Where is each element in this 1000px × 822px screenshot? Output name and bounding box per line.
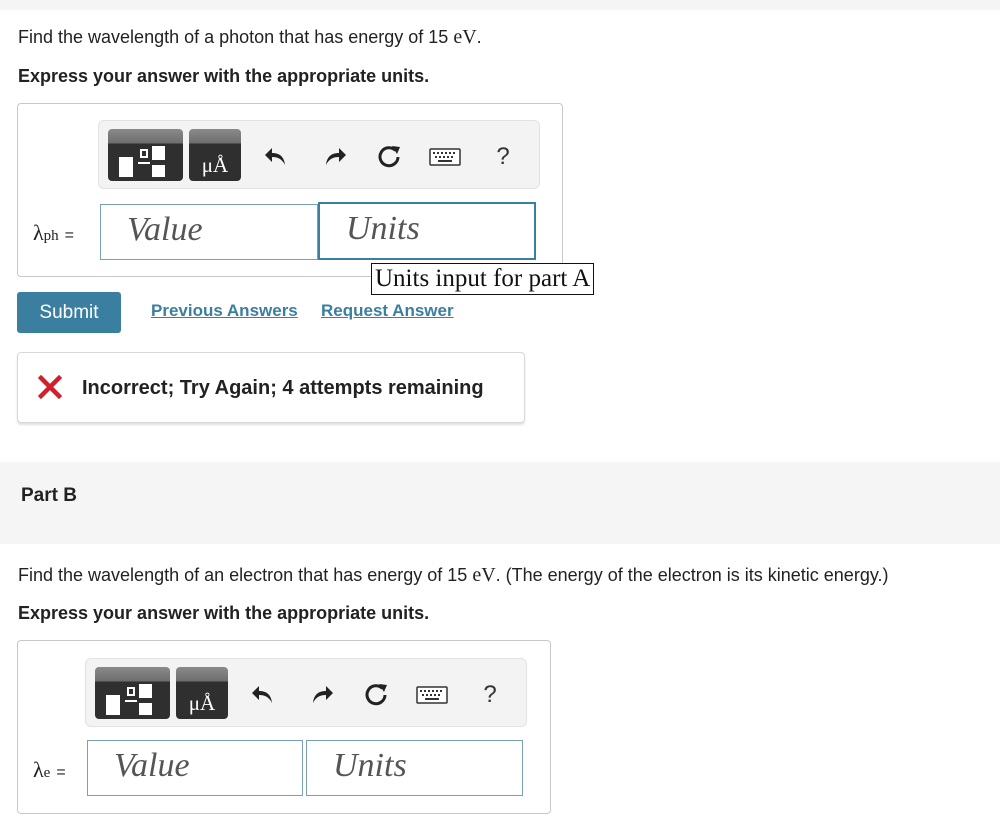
part-a-question: Find the wavelength of a photon that has… xyxy=(18,26,482,49)
equals-sign: = xyxy=(64,227,75,244)
undo-icon[interactable] xyxy=(262,143,290,171)
request-answer-link[interactable]: Request Answer xyxy=(321,301,454,321)
redo-icon[interactable] xyxy=(308,681,336,709)
units-tooltip: Units input for part A xyxy=(371,263,595,295)
part-b-units-input[interactable]: Units xyxy=(306,740,523,796)
feedback-box: Incorrect; Try Again; 4 attempts remaini… xyxy=(17,352,525,423)
undo-icon[interactable] xyxy=(249,681,277,709)
units-icon[interactable]: μÅ xyxy=(189,129,241,181)
redo-icon[interactable] xyxy=(321,143,349,171)
part-b-answer-box: μÅ ? λe = Value Units xyxy=(17,640,551,814)
templates-icon[interactable] xyxy=(108,129,183,181)
part-b-math-toolbar: μÅ ? xyxy=(85,658,527,727)
units-icon[interactable]: μÅ xyxy=(176,667,228,719)
submit-button[interactable]: Submit xyxy=(17,292,121,333)
part-a-instruction: Express your answer with the appropriate… xyxy=(18,66,430,86)
feedback-message: Incorrect; Try Again; 4 attempts remaini… xyxy=(82,377,484,399)
part-b-instruction: Express your answer with the appropriate… xyxy=(18,603,430,623)
help-icon[interactable]: ? xyxy=(476,681,504,709)
reset-icon[interactable] xyxy=(375,143,403,171)
part-a-variable-label: λph = xyxy=(33,220,74,246)
part-a-value-input[interactable]: Value xyxy=(100,204,318,260)
part-a-energy-unit: eV xyxy=(453,26,477,48)
reset-icon[interactable] xyxy=(362,681,390,709)
part-b-value-input[interactable]: Value xyxy=(87,740,303,796)
part-a-answer-box: μÅ ? λph = Value Units xyxy=(17,103,563,277)
variable-subscript: ph xyxy=(43,228,59,244)
lambda-symbol: λ xyxy=(33,220,44,245)
part-b-variable-label: λe = xyxy=(33,757,66,783)
part-b-title[interactable]: Part B xyxy=(21,485,77,507)
templates-icon[interactable] xyxy=(95,667,170,719)
part-b-energy-unit: eV xyxy=(472,564,496,586)
equals-sign: = xyxy=(56,764,66,781)
lambda-symbol: λ xyxy=(33,757,44,782)
part-b-question-suffix: . (The energy of the electron is its kin… xyxy=(495,565,889,585)
keyboard-icon[interactable] xyxy=(429,143,461,171)
help-icon[interactable]: ? xyxy=(489,143,517,171)
part-b-question: Find the wavelength of an electron that … xyxy=(18,564,889,587)
keyboard-icon[interactable] xyxy=(416,681,448,709)
variable-subscript: e xyxy=(43,765,51,781)
top-strip xyxy=(0,0,1000,10)
part-a-units-input[interactable]: Units xyxy=(318,202,536,260)
part-a-question-text: Find the wavelength of a photon that has… xyxy=(18,27,454,47)
part-a-question-suffix: . xyxy=(476,27,482,47)
part-b-header[interactable] xyxy=(0,462,1000,544)
previous-answers-link[interactable]: Previous Answers xyxy=(151,301,298,321)
part-b-question-text: Find the wavelength of an electron that … xyxy=(18,565,473,585)
incorrect-x-icon xyxy=(37,374,63,404)
part-a-math-toolbar: μÅ ? xyxy=(98,120,540,189)
